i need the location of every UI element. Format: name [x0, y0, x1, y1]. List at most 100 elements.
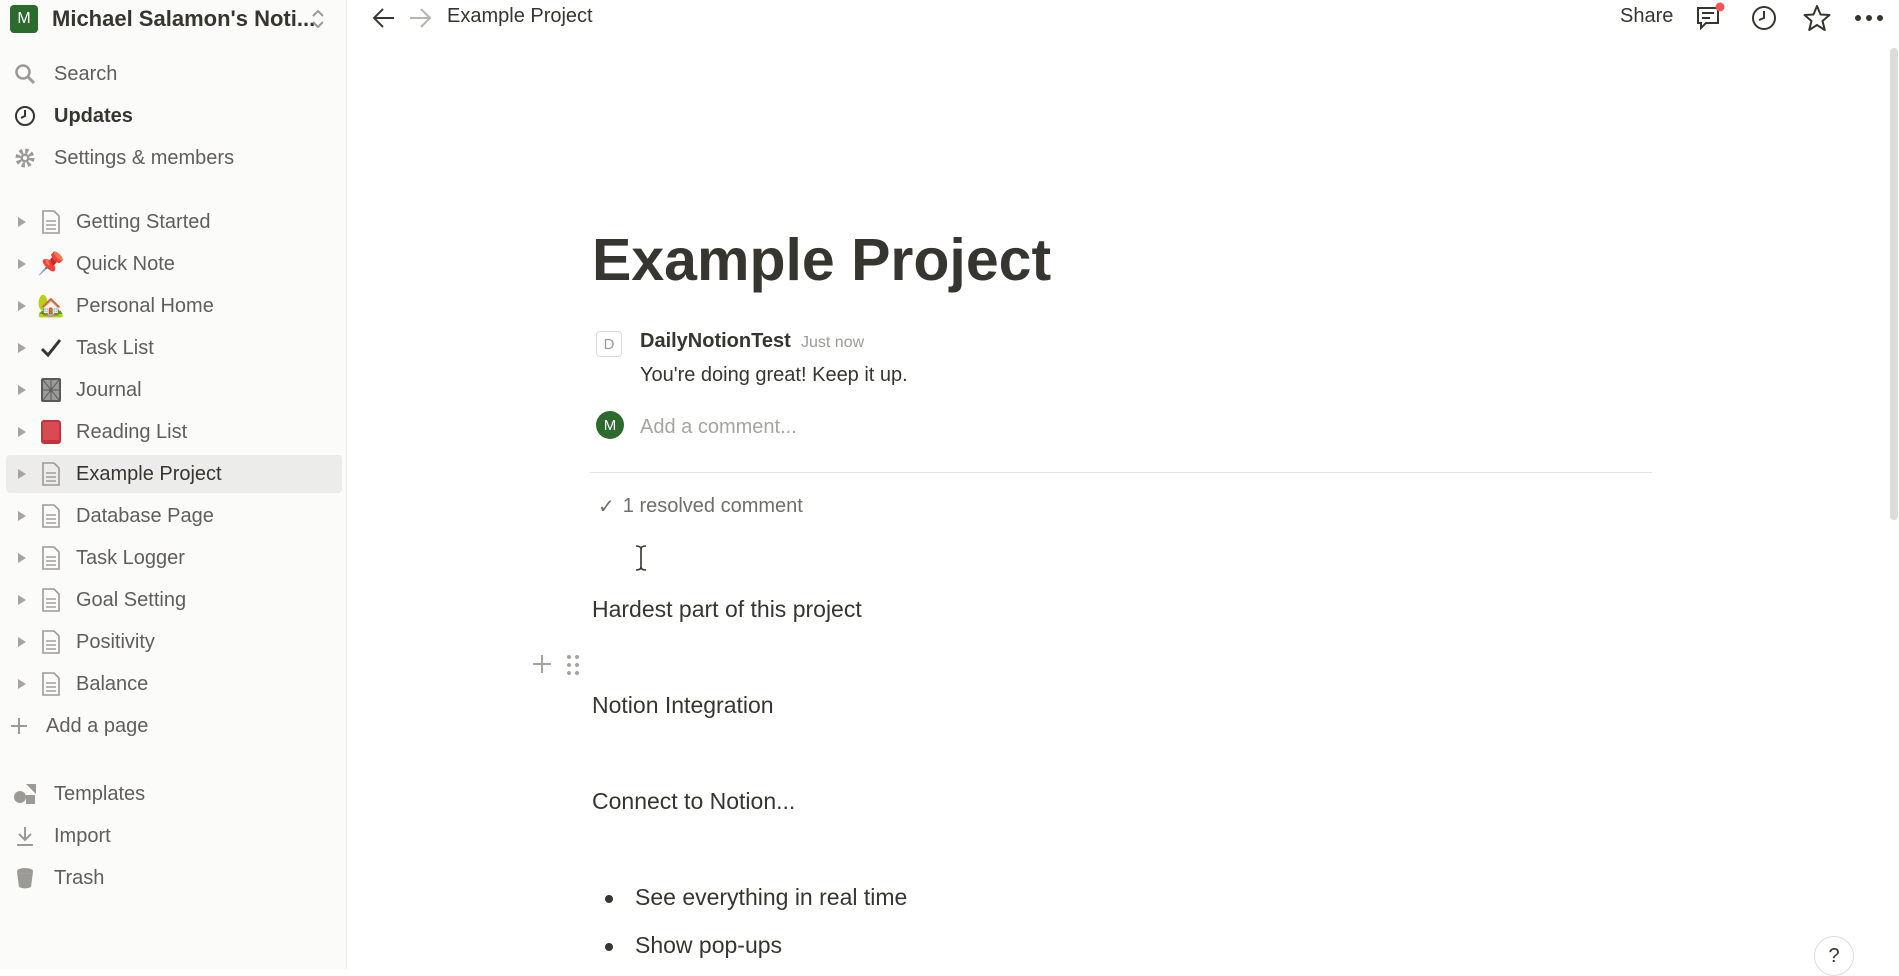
resolved-comments-label: 1 resolved comment: [622, 495, 803, 517]
comment-author: DailyNotionTest: [640, 330, 791, 352]
expand-triangle-icon[interactable]: [10, 630, 34, 654]
favorite-button[interactable]: [1801, 2, 1833, 34]
sidebar-page-journal[interactable]: Journal: [6, 371, 342, 409]
expand-triangle-icon[interactable]: [10, 294, 34, 318]
nav-updates-label: Updates: [54, 104, 133, 127]
expand-triangle-icon[interactable]: [10, 504, 34, 528]
sidebar-page-label: Positivity: [76, 630, 155, 653]
sidebar-page-label: Quick Note: [76, 252, 175, 275]
search-icon: [12, 61, 38, 87]
expand-triangle-icon[interactable]: [10, 672, 34, 696]
nav-trash[interactable]: Trash: [12, 861, 332, 895]
share-button[interactable]: Share: [1620, 5, 1673, 28]
sidebar-page-label: Journal: [76, 378, 142, 401]
page-title[interactable]: Example Project: [592, 225, 1051, 295]
sidebar-page-label: Task Logger: [76, 546, 185, 569]
sidebar-page-label: Reading List: [76, 420, 188, 443]
text-block[interactable]: Hardest part of this project: [592, 596, 862, 623]
bullet-item[interactable]: Show pop-ups: [635, 932, 782, 959]
plus-icon: [6, 713, 32, 739]
topbar: Example Project Share: [348, 0, 1899, 36]
sidebar-page-label: Getting Started: [76, 210, 211, 233]
sidebar-page-task-list[interactable]: Task List: [6, 329, 342, 367]
page-icon: [36, 459, 66, 489]
breadcrumb[interactable]: Example Project: [447, 5, 593, 28]
sidebar-page-balance[interactable]: Balance: [6, 665, 342, 703]
expand-triangle-icon[interactable]: [10, 252, 34, 276]
page-icon: [36, 669, 66, 699]
sidebar-page-label: Balance: [76, 672, 149, 695]
add-page-label: Add a page: [46, 714, 149, 737]
sidebar-page-label: Personal Home: [76, 294, 214, 317]
house-icon: 🏡: [37, 293, 65, 318]
expand-triangle-icon[interactable]: [10, 378, 34, 402]
sidebar: M Michael Salamon's Noti... Search Updat…: [0, 0, 347, 969]
scrollbar[interactable]: [1890, 48, 1898, 520]
text-block[interactable]: Notion Integration: [592, 692, 774, 719]
sidebar-page-reading-list[interactable]: Reading List: [6, 413, 342, 451]
add-comment-input[interactable]: [640, 412, 1340, 442]
page-icon: [36, 585, 66, 615]
page-icon: [36, 543, 66, 573]
expand-triangle-icon[interactable]: [10, 336, 34, 360]
help-button[interactable]: ?: [1814, 936, 1854, 976]
nav-search[interactable]: Search: [12, 57, 332, 91]
comment-author-avatar: D: [596, 331, 622, 357]
expand-triangle-icon[interactable]: [10, 420, 34, 444]
resolved-comments-toggle[interactable]: ✓ 1 resolved comment: [598, 494, 803, 519]
nav-settings-label: Settings & members: [54, 146, 235, 169]
comments-button[interactable]: [1694, 2, 1726, 34]
forward-arrow-icon[interactable]: [406, 4, 434, 32]
sidebar-page-goal-setting[interactable]: Goal Setting: [6, 581, 342, 619]
nav-templates[interactable]: Templates: [12, 777, 332, 811]
nav-import-label: Import: [54, 824, 111, 847]
gear-icon: [12, 145, 38, 171]
expand-triangle-icon[interactable]: [10, 462, 34, 486]
history-button[interactable]: [1748, 2, 1780, 34]
sidebar-page-quick-note[interactable]: 📌 Quick Note: [6, 245, 342, 283]
clock-icon: [1752, 6, 1776, 30]
nav-templates-label: Templates: [54, 782, 146, 805]
sidebar-page-personal-home[interactable]: 🏡 Personal Home: [6, 287, 342, 325]
ellipsis-icon: [1855, 15, 1883, 21]
bullet-dot: [605, 943, 613, 951]
sidebar-page-task-logger[interactable]: Task Logger: [6, 539, 342, 577]
nav-settings[interactable]: Settings & members: [12, 141, 332, 175]
shapes-icon: [12, 781, 38, 807]
back-arrow-icon[interactable]: [370, 4, 398, 32]
notebook-icon: [36, 375, 66, 405]
sidebar-page-positivity[interactable]: Positivity: [6, 623, 342, 661]
checkmark-icon: [36, 333, 66, 363]
sidebar-page-label: Example Project: [76, 462, 222, 485]
sidebar-page-label: Database Page: [76, 504, 214, 527]
text-block[interactable]: Connect to Notion...: [592, 788, 795, 815]
book-icon: [36, 417, 66, 447]
expand-triangle-icon[interactable]: [10, 546, 34, 570]
more-options-button[interactable]: [1853, 2, 1885, 34]
sidebar-page-example-project[interactable]: Example Project: [6, 455, 342, 493]
divider: [590, 472, 1652, 473]
nav-updates[interactable]: Updates: [12, 99, 332, 133]
clock-icon: [12, 103, 38, 129]
add-page-button[interactable]: Add a page: [6, 709, 326, 743]
expand-triangle-icon[interactable]: [10, 210, 34, 234]
drag-handle-icon[interactable]: [564, 652, 582, 678]
workspace-avatar: M: [10, 5, 38, 33]
nav-trash-label: Trash: [54, 866, 105, 889]
workspace-switcher[interactable]: M Michael Salamon's Noti...: [10, 4, 334, 34]
workspace-name: Michael Salamon's Noti...: [52, 6, 316, 31]
star-icon: [1803, 5, 1831, 31]
sidebar-page-getting-started[interactable]: Getting Started: [6, 203, 342, 241]
comment-text: You're doing great! Keep it up.: [640, 364, 908, 386]
page-icon: [36, 501, 66, 531]
page-icon: [36, 207, 66, 237]
comment-icon: [1697, 2, 1725, 31]
nav-import[interactable]: Import: [12, 819, 332, 853]
add-block-icon[interactable]: [530, 652, 554, 676]
sidebar-page-label: Task List: [76, 336, 154, 359]
sidebar-page-database-page[interactable]: Database Page: [6, 497, 342, 535]
nav-search-label: Search: [54, 62, 118, 85]
bullet-dot: [605, 895, 613, 903]
expand-triangle-icon[interactable]: [10, 588, 34, 612]
bullet-item[interactable]: See everything in real time: [635, 884, 907, 911]
